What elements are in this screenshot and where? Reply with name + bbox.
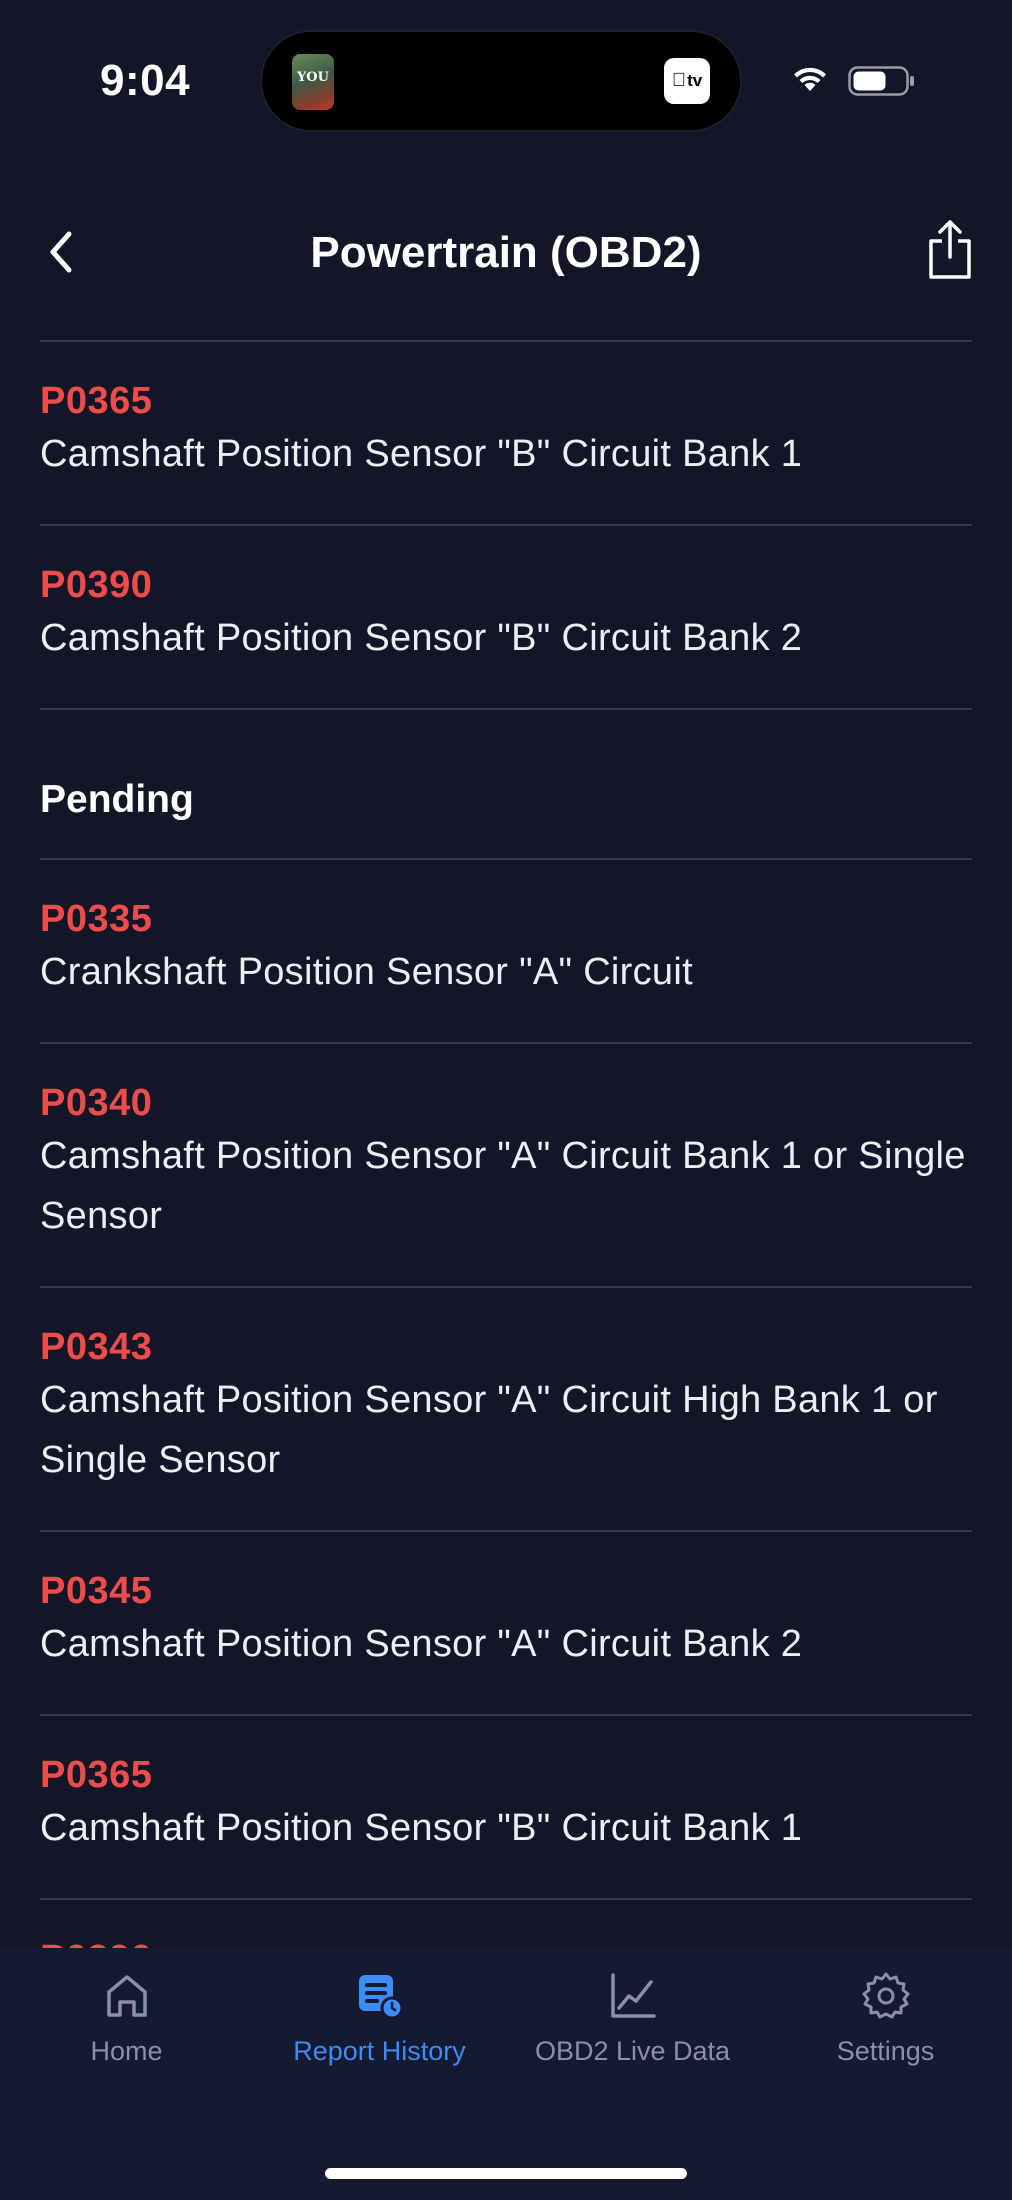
tab-settings[interactable]: Settings	[759, 1970, 1012, 2090]
tab-obd2-live-data[interactable]: OBD2 Live Data	[506, 1970, 759, 2090]
dtc-row-stored-p0365[interactable]: P0365 Camshaft Position Sensor "B" Circu…	[40, 342, 972, 524]
page-title: Powertrain (OBD2)	[310, 228, 702, 277]
dtc-code: P0343	[40, 1326, 153, 1368]
dtc-row-pending-p0340[interactable]: P0340 Camshaft Position Sensor "A" Circu…	[40, 1044, 972, 1286]
gear-icon	[862, 1972, 909, 2019]
dtc-row-pending-p0343[interactable]: P0343 Camshaft Position Sensor "A" Circu…	[40, 1288, 972, 1530]
battery-icon	[848, 66, 914, 96]
dynamic-island: YOU tv	[262, 32, 740, 130]
share-button[interactable]	[918, 214, 982, 286]
back-button[interactable]	[28, 220, 92, 284]
chevron-left-icon	[50, 231, 72, 273]
tab-label: OBD2 Live Data	[534, 2036, 731, 2066]
dtc-description: Camshaft Position Sensor "B" Circuit Ban…	[40, 617, 803, 659]
tab-home[interactable]: Home	[0, 1970, 253, 2090]
dtc-list[interactable]: P0365 Camshaft Position Sensor "B" Circu…	[40, 340, 972, 1948]
apple-tv-label: tv	[679, 71, 702, 90]
tab-label: Settings	[836, 2036, 935, 2066]
dtc-row-pending-p0365[interactable]: P0365 Camshaft Position Sensor "B" Circu…	[40, 1716, 972, 1898]
apple-tv-icon: tv	[664, 58, 710, 104]
share-icon	[929, 220, 971, 279]
status-bar: 9:04 YOU tv	[0, 0, 1012, 160]
dtc-code: P0365	[40, 1754, 153, 1796]
tab-bar: Home Report History OBD2 Live Data Setti…	[0, 1948, 1012, 2200]
nav-header: Powertrain (OBD2)	[0, 200, 1012, 304]
status-time: 9:04	[100, 56, 191, 105]
dtc-code: P0390	[40, 564, 153, 606]
dtc-code: P0345	[40, 1570, 153, 1612]
dtc-description: Camshaft Position Sensor "B" Circuit Ban…	[40, 1807, 803, 1849]
dtc-row-pending-p0345[interactable]: P0345 Camshaft Position Sensor "A" Circu…	[40, 1532, 972, 1714]
wifi-icon	[794, 67, 826, 91]
dtc-code: P0340	[40, 1082, 153, 1124]
now-playing-thumbnail: YOU	[292, 54, 334, 110]
tab-report-history[interactable]: Report History	[253, 1970, 506, 2090]
dtc-row-pending-p0390[interactable]: P0390	[40, 1900, 972, 1948]
report-history-icon	[358, 1975, 403, 2020]
dtc-description: Camshaft Position Sensor "A" Circuit Hig…	[40, 1379, 938, 1481]
dtc-code: P0365	[40, 380, 153, 422]
tab-label: Report History	[293, 2036, 466, 2066]
dtc-description: Camshaft Position Sensor "A" Circuit Ban…	[40, 1623, 803, 1665]
tab-label: Home	[90, 2036, 163, 2066]
dtc-description: Crankshaft Position Sensor "A" Circuit	[40, 951, 693, 993]
home-icon	[106, 1975, 147, 2017]
dtc-description: Camshaft Position Sensor "A" Circuit Ban…	[40, 1135, 966, 1237]
dtc-code: P0335	[40, 898, 153, 940]
thumbnail-title: YOU	[297, 70, 329, 85]
dtc-row-stored-p0390[interactable]: P0390 Camshaft Position Sensor "B" Circu…	[40, 526, 972, 708]
section-header-pending: Pending	[40, 778, 194, 821]
chart-icon	[610, 1973, 656, 2018]
dtc-description: Camshaft Position Sensor "B" Circuit Ban…	[40, 433, 803, 475]
home-indicator[interactable]	[325, 2168, 687, 2179]
dtc-row-pending-p0335[interactable]: P0335 Crankshaft Position Sensor "A" Cir…	[40, 860, 972, 1042]
dtc-code: P0390	[40, 1938, 972, 1948]
